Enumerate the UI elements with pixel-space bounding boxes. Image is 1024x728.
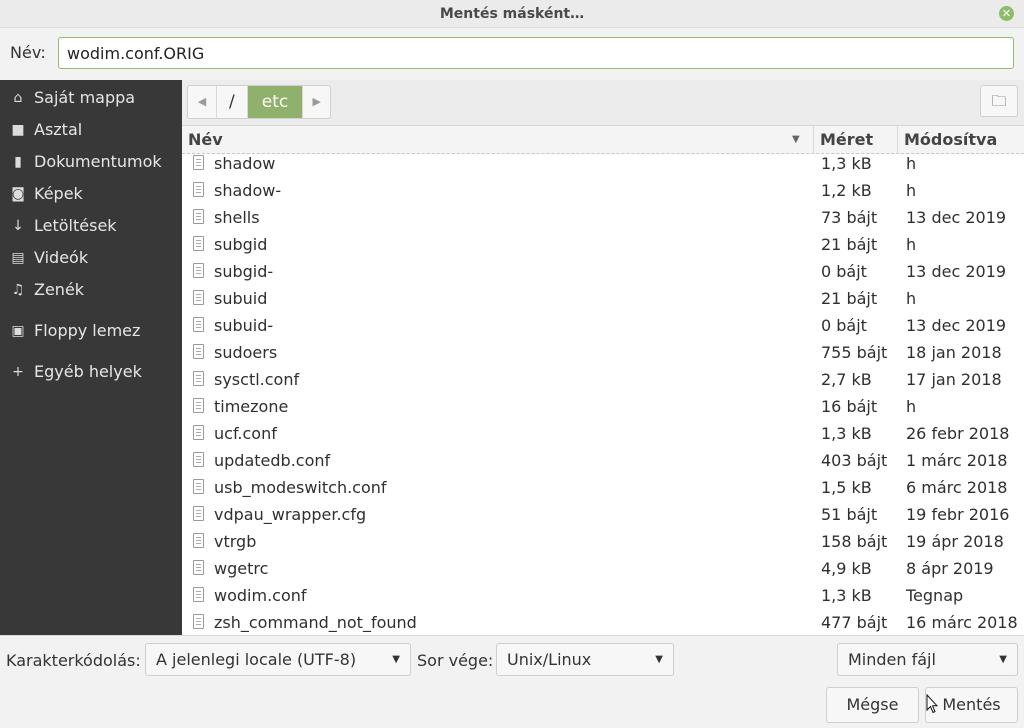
sidebar-item-floppy[interactable]: ▣ Floppy lemez	[0, 316, 182, 346]
film-icon: ▤	[11, 250, 25, 266]
save-button[interactable]: Mentés	[925, 687, 1018, 723]
encoding-select[interactable]: A jelenlegi locale (UTF-8) ▼	[145, 643, 411, 676]
file-row[interactable]: zsh_command_not_found 477 bájt 16 márc 2…	[182, 609, 1024, 635]
file-row[interactable]: timezone 16 bájt h	[182, 393, 1024, 420]
file-row[interactable]: vdpau_wrapper.cfg 51 bájt 19 febr 2016	[182, 501, 1024, 528]
file-filter-select[interactable]: Minden fájl ▼	[837, 643, 1018, 676]
text-file-icon	[193, 182, 204, 197]
camera-icon: ◙	[11, 186, 25, 202]
line-end-select[interactable]: Unix/Linux ▼	[496, 643, 674, 676]
file-row[interactable]: shadow- 1,2 kB h	[182, 177, 1024, 204]
sidebar-item-home[interactable]: ⌂ Saját mappa	[0, 83, 182, 113]
path-left-arrow-icon[interactable]: ◀	[188, 86, 216, 118]
file-row[interactable]: wodim.conf 1,3 kB Tegnap	[182, 582, 1024, 609]
sidebar-item-documents[interactable]: ▮ Dokumentumok	[0, 147, 182, 177]
music-icon: ♫	[11, 282, 25, 298]
path-bar: ◀ / etc ▶	[187, 85, 332, 119]
file-row[interactable]: subuid 21 bájt h	[182, 285, 1024, 312]
text-file-icon	[193, 290, 204, 305]
sidebar-item-videos[interactable]: ▤ Videók	[0, 243, 182, 273]
plus-icon: +	[12, 364, 24, 380]
path-segment-etc[interactable]: etc	[246, 86, 303, 118]
file-row[interactable]: usb_modeswitch.conf 1,5 kB 6 márc 2018	[182, 474, 1024, 501]
chevron-down-icon: ▼	[655, 654, 663, 665]
path-segment-root[interactable]: /	[216, 86, 247, 118]
text-file-icon	[193, 371, 204, 386]
file-list: Név ▼ Méret Módosítva shadow 1,3 kB h sh…	[182, 126, 1024, 635]
file-row[interactable]: updatedb.conf 403 bájt 1 márc 2018	[182, 447, 1024, 474]
text-file-icon	[193, 155, 204, 170]
file-row[interactable]: vtrgb 158 bájt 19 ápr 2018	[182, 528, 1024, 555]
file-row[interactable]: subgid 21 bájt h	[182, 231, 1024, 258]
file-row[interactable]: subgid- 0 bájt 13 dec 2019	[182, 258, 1024, 285]
text-file-icon	[193, 209, 204, 224]
cancel-button[interactable]: Mégse	[826, 687, 919, 723]
text-file-icon	[193, 506, 204, 521]
filename-row: Név:	[0, 28, 1024, 78]
path-right-arrow-icon[interactable]: ▶	[302, 86, 330, 118]
window-title: Mentés másként…	[439, 6, 585, 22]
places-sidebar: ⌂ Saját mappa ■ Asztal ▮ Dokumentumok ◙ …	[0, 80, 182, 635]
sidebar-item-music[interactable]: ♫ Zenék	[0, 275, 182, 305]
sidebar-item-desktop[interactable]: ■ Asztal	[0, 115, 182, 145]
desktop-icon: ■	[11, 122, 25, 138]
title-bar: Mentés másként… ✕	[0, 0, 1024, 28]
chevron-down-icon: ▼	[999, 654, 1007, 665]
file-row[interactable]: shells 73 bájt 13 dec 2019	[182, 204, 1024, 231]
file-row[interactable]: subuid- 0 bájt 13 dec 2019	[182, 312, 1024, 339]
filename-label: Név:	[10, 43, 46, 62]
text-file-icon	[193, 614, 204, 629]
filename-input[interactable]	[58, 37, 1014, 69]
text-file-icon	[193, 479, 204, 494]
mouse-cursor-icon	[926, 694, 938, 714]
encoding-label: Karakterkódolás:	[6, 651, 141, 670]
text-file-icon	[193, 425, 204, 440]
text-file-icon	[193, 317, 204, 332]
close-icon[interactable]: ✕	[999, 6, 1014, 21]
text-file-icon	[193, 560, 204, 575]
file-row[interactable]: shadow 1,3 kB h	[182, 150, 1024, 177]
chevron-down-icon: ▼	[392, 654, 400, 665]
new-folder-button[interactable]: 🗀	[980, 85, 1018, 117]
text-file-icon	[193, 533, 204, 548]
text-file-icon	[193, 344, 204, 359]
new-folder-icon: 🗀	[991, 92, 1007, 110]
line-end-label: Sor vége:	[417, 651, 494, 670]
text-file-icon	[193, 587, 204, 602]
floppy-icon: ▣	[11, 323, 25, 339]
text-file-icon	[193, 398, 204, 413]
text-file-icon	[193, 236, 204, 251]
home-icon: ⌂	[13, 90, 23, 106]
sidebar-item-pictures[interactable]: ◙ Képek	[0, 179, 182, 209]
download-icon: ↓	[12, 218, 24, 234]
file-row[interactable]: sudoers 755 bájt 18 jan 2018	[182, 339, 1024, 366]
document-icon: ▮	[14, 154, 22, 170]
file-row[interactable]: ucf.conf 1,3 kB 26 febr 2018	[182, 420, 1024, 447]
file-row[interactable]: wgetrc 4,9 kB 8 ápr 2019	[182, 555, 1024, 582]
location-toolbar: ◀ / etc ▶ 🗀	[182, 80, 1024, 126]
file-row[interactable]: sysctl.conf 2,7 kB 17 jan 2018	[182, 366, 1024, 393]
sidebar-item-other-locations[interactable]: + Egyéb helyek	[0, 357, 182, 387]
text-file-icon	[193, 263, 204, 278]
dialog-footer: Karakterkódolás: A jelenlegi locale (UTF…	[0, 635, 1024, 728]
text-file-icon	[193, 452, 204, 467]
sidebar-item-downloads[interactable]: ↓ Letöltések	[0, 211, 182, 241]
